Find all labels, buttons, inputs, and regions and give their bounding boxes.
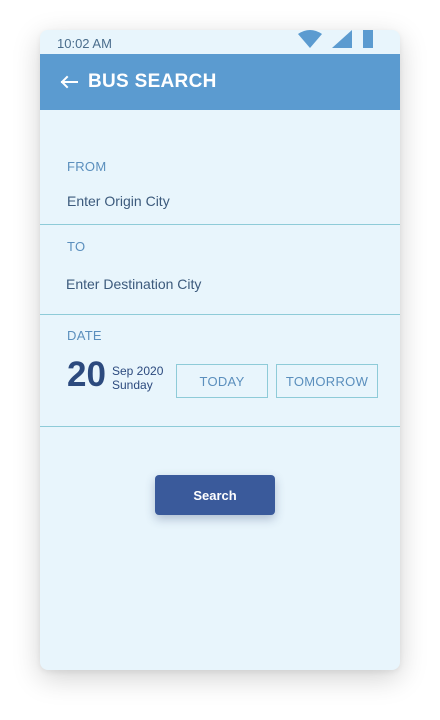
divider [40, 314, 400, 315]
origin-city-input[interactable] [67, 193, 367, 209]
from-label: FROM [67, 159, 107, 174]
date-label: DATE [67, 328, 102, 343]
divider [40, 426, 400, 427]
battery-icon [362, 30, 374, 53]
destination-city-input[interactable] [66, 276, 366, 292]
status-time: 10:02 AM [57, 36, 112, 51]
tomorrow-button[interactable]: TOMORROW [276, 364, 378, 398]
phone-screen: 10:02 AM BUS SEARCH FROM Enter Origin Ci… [40, 30, 400, 670]
search-button[interactable]: Search [155, 475, 275, 515]
arrow-left-icon[interactable] [60, 75, 78, 89]
selected-date-day[interactable]: 20 [67, 356, 106, 394]
divider [40, 224, 400, 225]
app-bar: BUS SEARCH [40, 54, 400, 110]
selected-date-month[interactable]: Sep 2020 [112, 364, 163, 378]
wifi-icon [298, 30, 322, 53]
status-icons [298, 30, 374, 53]
to-label: TO [67, 239, 86, 254]
today-button[interactable]: TODAY [176, 364, 268, 398]
signal-icon [332, 30, 352, 53]
page-title: BUS SEARCH [88, 71, 217, 92]
selected-date-weekday[interactable]: Sunday [112, 378, 153, 392]
status-bar: 10:02 AM [40, 30, 400, 54]
